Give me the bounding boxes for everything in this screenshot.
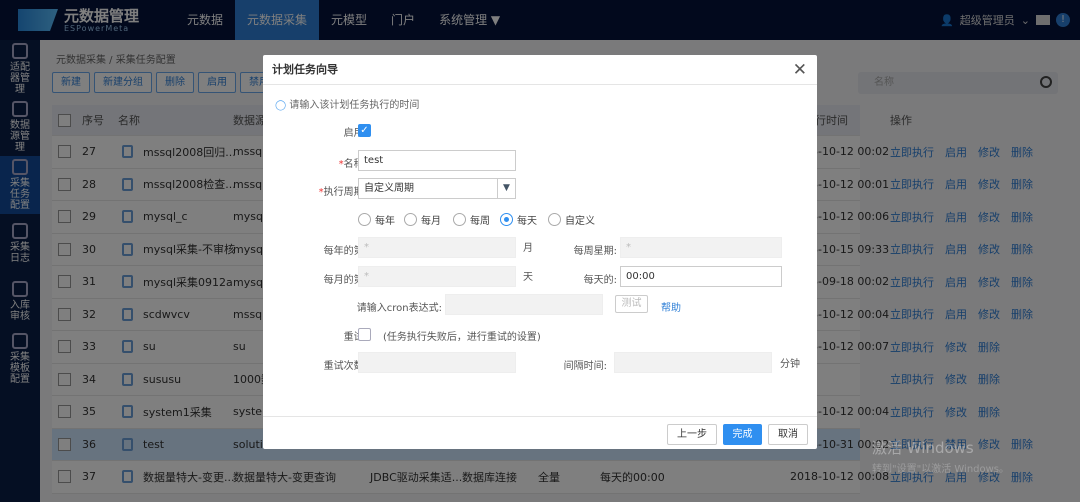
cancel-button[interactable]: 取消 bbox=[768, 424, 808, 445]
enable-checkbox[interactable]: ✓ bbox=[358, 124, 371, 137]
interval-input[interactable] bbox=[614, 352, 772, 373]
name-input[interactable]: test bbox=[358, 150, 516, 171]
radio-circle[interactable] bbox=[358, 213, 371, 226]
radio-label: 自定义 bbox=[565, 216, 595, 227]
retry-note: (任务执行失败后，进行重试的设置) bbox=[383, 332, 541, 343]
help-link[interactable]: 帮助 bbox=[661, 299, 681, 314]
radio-circle[interactable] bbox=[453, 213, 466, 226]
month-input[interactable]: * bbox=[358, 266, 516, 287]
radio-2[interactable]: 每周 bbox=[453, 212, 490, 227]
watermark-sub: 转到"设置"以激活 Windows。 bbox=[872, 464, 1010, 475]
hint-text: 请输入该计划任务执行的时间 bbox=[289, 100, 420, 111]
retry-count-input[interactable] bbox=[358, 352, 516, 373]
radio-circle[interactable] bbox=[500, 213, 513, 226]
radio-0[interactable]: 每年 bbox=[358, 212, 395, 227]
year-unit: 月 bbox=[523, 243, 533, 254]
month-unit: 天 bbox=[523, 272, 533, 283]
radio-circle[interactable] bbox=[404, 213, 417, 226]
dialog-header: 计划任务向导 ✕ bbox=[263, 55, 817, 85]
interval-label: 间隔时间: bbox=[563, 361, 607, 372]
day-time-input[interactable]: 00:00 bbox=[620, 266, 782, 287]
radio-circle[interactable] bbox=[548, 213, 561, 226]
cron-input[interactable] bbox=[445, 294, 603, 315]
week-input[interactable]: * bbox=[620, 237, 782, 258]
cron-label: 请输入cron表达式: bbox=[356, 303, 442, 314]
radio-label: 每周 bbox=[470, 216, 490, 227]
retry-checkbox[interactable] bbox=[358, 328, 371, 341]
previous-step-button[interactable]: 上一步 bbox=[667, 424, 717, 445]
radio-label: 每天 bbox=[517, 216, 537, 227]
radio-label: 每年 bbox=[375, 216, 395, 227]
test-button[interactable]: 测试 bbox=[615, 295, 648, 313]
interval-unit: 分钟 bbox=[780, 359, 800, 370]
radio-label: 每月 bbox=[421, 216, 441, 227]
dialog-hint: ◯ 请输入该计划任务执行的时间 bbox=[275, 96, 419, 111]
year-input[interactable]: * bbox=[358, 237, 516, 258]
dialog-title: 计划任务向导 bbox=[272, 63, 338, 76]
cycle-select[interactable]: 自定义周期 ▼ bbox=[358, 178, 516, 199]
dropdown-arrow-icon[interactable]: ▼ bbox=[497, 179, 515, 198]
cycle-value: 自定义周期 bbox=[364, 183, 414, 194]
watermark: 激活 Windows bbox=[872, 439, 974, 457]
radio-1[interactable]: 每月 bbox=[404, 212, 441, 227]
week-label: 每周星期: bbox=[573, 246, 617, 257]
schedule-wizard-dialog: 计划任务向导 ✕ ◯ 请输入该计划任务执行的时间 启用: ✓ *名称: test … bbox=[263, 55, 817, 449]
radio-3[interactable]: 每天 bbox=[500, 212, 537, 227]
dialog-footer: 上一步 完成 取消 bbox=[263, 416, 817, 449]
day-label: 每天的: bbox=[583, 275, 617, 286]
lightbulb-icon: ◯ bbox=[275, 100, 287, 111]
finish-button[interactable]: 完成 bbox=[723, 424, 762, 445]
radio-4[interactable]: 自定义 bbox=[548, 212, 595, 227]
close-icon[interactable]: ✕ bbox=[793, 55, 807, 85]
